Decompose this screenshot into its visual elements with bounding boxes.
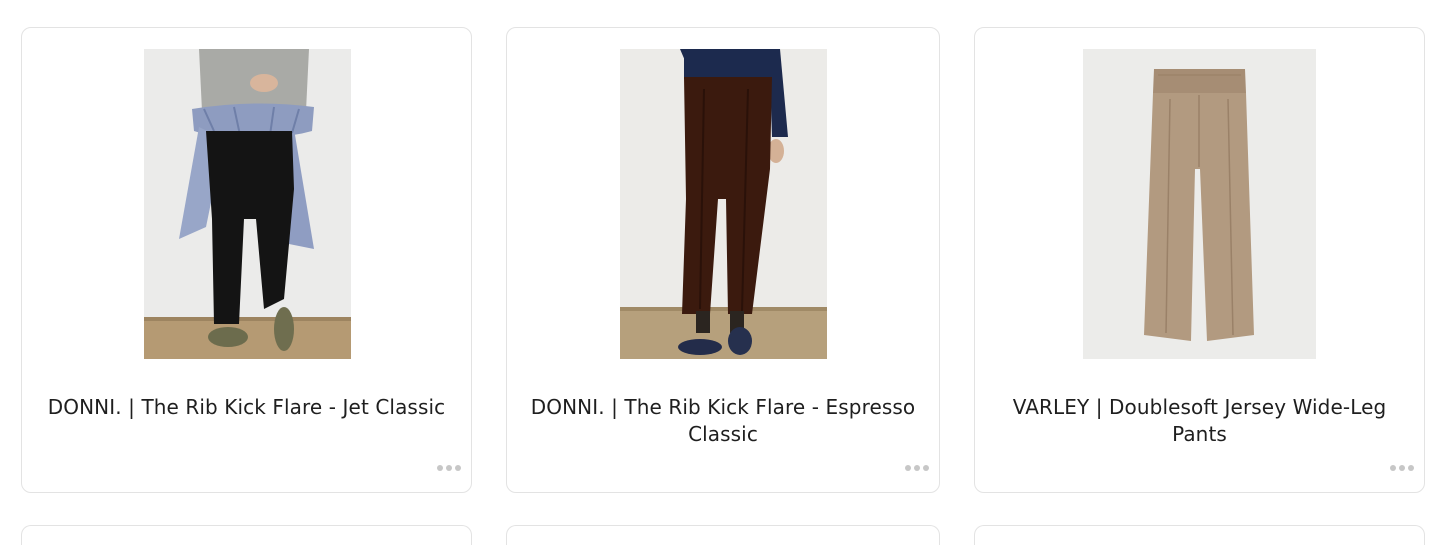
more-options-icon[interactable] <box>1390 464 1414 472</box>
product-title[interactable]: DONNI. | The Rib Kick Flare - Jet Classi… <box>42 394 451 421</box>
product-photo <box>144 49 351 359</box>
more-options-icon[interactable] <box>905 464 929 472</box>
product-photo <box>620 49 827 359</box>
product-image-black-flare-pants[interactable] <box>144 49 351 359</box>
product-card[interactable]: DONNI. | The Rib Kick Flare - Jet Classi… <box>21 27 472 493</box>
product-title[interactable]: VARLEY | Doublesoft Jersey Wide-Leg Pant… <box>995 394 1404 448</box>
product-card-partial[interactable] <box>974 525 1425 545</box>
product-card[interactable]: DONNI. | The Rib Kick Flare - Espresso C… <box>506 27 940 493</box>
product-image-espresso-flare-pants[interactable] <box>620 49 827 359</box>
more-options-icon[interactable] <box>437 464 461 472</box>
product-card-partial[interactable] <box>21 525 472 545</box>
product-card[interactable]: VARLEY | Doublesoft Jersey Wide-Leg Pant… <box>974 27 1425 493</box>
product-title[interactable]: DONNI. | The Rib Kick Flare - Espresso C… <box>527 394 919 448</box>
product-image-taupe-wide-leg-pants[interactable] <box>1083 49 1316 359</box>
product-photo <box>1083 49 1316 359</box>
product-card-partial[interactable] <box>506 525 940 545</box>
